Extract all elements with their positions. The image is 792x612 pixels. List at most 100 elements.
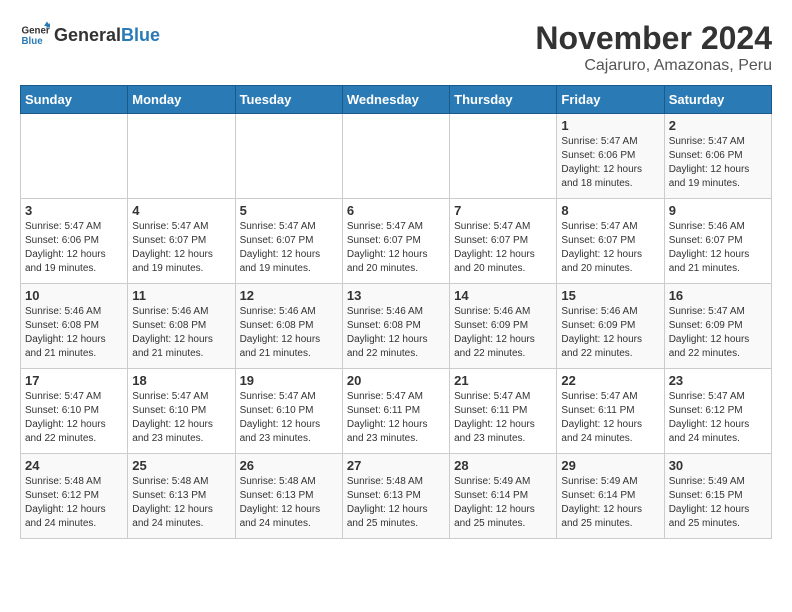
day-number: 13 — [347, 288, 445, 303]
day-cell: 8 Sunrise: 5:47 AM Sunset: 6:07 PM Daylig… — [557, 199, 664, 284]
day-info: Sunrise: 5:47 AM Sunset: 6:10 PM Dayligh… — [25, 390, 123, 446]
day-cell: 9Sunrise: 5:46 AM Sunset: 6:07 PM Daylig… — [664, 199, 771, 284]
day-info: Sunrise: 5:46 AM Sunset: 6:08 PM Dayligh… — [132, 305, 230, 361]
day-cell: 22 Sunrise: 5:47 AM Sunset: 6:11 PM Dayli… — [557, 369, 664, 454]
day-cell: 20 Sunrise: 5:47 AM Sunset: 6:11 PM Dayli… — [342, 369, 449, 454]
day-info: Sunrise: 5:47 AM Sunset: 6:11 PM Dayligh… — [561, 390, 659, 446]
week-row-1: 1Sunrise: 5:47 AM Sunset: 6:06 PM Daylig… — [21, 114, 772, 199]
day-info: Sunrise: 5:47 AM Sunset: 6:07 PM Dayligh… — [561, 220, 659, 276]
logo: General Blue General Blue — [20, 20, 160, 50]
day-cell: 27 Sunrise: 5:48 AM Sunset: 6:13 PM Dayli… — [342, 454, 449, 539]
day-cell: 30 Sunrise: 5:49 AM Sunset: 6:15 PM Dayli… — [664, 454, 771, 539]
day-number: 26 — [240, 458, 338, 473]
day-number: 5 — [240, 203, 338, 218]
day-info: Sunrise: 5:49 AM Sunset: 6:15 PM Dayligh… — [669, 475, 767, 531]
week-row-3: 10 Sunrise: 5:46 AM Sunset: 6:08 PM Dayli… — [21, 284, 772, 369]
day-number: 29 — [561, 458, 659, 473]
day-cell: 10 Sunrise: 5:46 AM Sunset: 6:08 PM Dayli… — [21, 284, 128, 369]
day-info: Sunrise: 5:48 AM Sunset: 6:13 PM Dayligh… — [347, 475, 445, 531]
header-cell-wednesday: Wednesday — [342, 86, 449, 114]
day-number: 23 — [669, 373, 767, 388]
day-number: 3 — [25, 203, 123, 218]
logo-general: General — [54, 25, 121, 46]
day-cell: 29Sunrise: 5:49 AM Sunset: 6:14 PM Dayli… — [557, 454, 664, 539]
day-number: 2 — [669, 118, 767, 133]
day-cell: 11 Sunrise: 5:46 AM Sunset: 6:08 PM Dayli… — [128, 284, 235, 369]
day-cell: 2 Sunrise: 5:47 AM Sunset: 6:06 PM Daylig… — [664, 114, 771, 199]
day-cell: 17 Sunrise: 5:47 AM Sunset: 6:10 PM Dayli… — [21, 369, 128, 454]
day-number: 7 — [454, 203, 552, 218]
day-number: 19 — [240, 373, 338, 388]
week-row-2: 3 Sunrise: 5:47 AM Sunset: 6:06 PM Daylig… — [21, 199, 772, 284]
day-info: Sunrise: 5:46 AM Sunset: 6:09 PM Dayligh… — [454, 305, 552, 361]
day-number: 20 — [347, 373, 445, 388]
header-row: SundayMondayTuesdayWednesdayThursdayFrid… — [21, 86, 772, 114]
day-cell: 5 Sunrise: 5:47 AM Sunset: 6:07 PM Daylig… — [235, 199, 342, 284]
day-info: Sunrise: 5:47 AM Sunset: 6:06 PM Dayligh… — [669, 135, 767, 191]
day-cell: 25 Sunrise: 5:48 AM Sunset: 6:13 PM Dayli… — [128, 454, 235, 539]
day-info: Sunrise: 5:47 AM Sunset: 6:07 PM Dayligh… — [240, 220, 338, 276]
day-cell: 4Sunrise: 5:47 AM Sunset: 6:07 PM Daylig… — [128, 199, 235, 284]
day-cell: 21Sunrise: 5:47 AM Sunset: 6:11 PM Dayli… — [450, 369, 557, 454]
day-number: 14 — [454, 288, 552, 303]
day-cell: 15 Sunrise: 5:46 AM Sunset: 6:09 PM Dayli… — [557, 284, 664, 369]
day-cell: 24 Sunrise: 5:48 AM Sunset: 6:12 PM Dayli… — [21, 454, 128, 539]
day-number: 6 — [347, 203, 445, 218]
day-number: 11 — [132, 288, 230, 303]
day-info: Sunrise: 5:46 AM Sunset: 6:08 PM Dayligh… — [25, 305, 123, 361]
day-number: 21 — [454, 373, 552, 388]
day-number: 18 — [132, 373, 230, 388]
day-info: Sunrise: 5:47 AM Sunset: 6:10 PM Dayligh… — [132, 390, 230, 446]
day-info: Sunrise: 5:46 AM Sunset: 6:09 PM Dayligh… — [561, 305, 659, 361]
day-cell: 18 Sunrise: 5:47 AM Sunset: 6:10 PM Dayli… — [128, 369, 235, 454]
header-cell-sunday: Sunday — [21, 86, 128, 114]
day-info: Sunrise: 5:47 AM Sunset: 6:06 PM Dayligh… — [561, 135, 659, 191]
day-cell: 28Sunrise: 5:49 AM Sunset: 6:14 PM Dayli… — [450, 454, 557, 539]
day-info: Sunrise: 5:46 AM Sunset: 6:08 PM Dayligh… — [347, 305, 445, 361]
day-number: 22 — [561, 373, 659, 388]
svg-text:General: General — [22, 26, 51, 37]
calendar-header: SundayMondayTuesdayWednesdayThursdayFrid… — [21, 86, 772, 114]
calendar-body: 1Sunrise: 5:47 AM Sunset: 6:06 PM Daylig… — [21, 114, 772, 539]
day-number: 24 — [25, 458, 123, 473]
day-info: Sunrise: 5:47 AM Sunset: 6:07 PM Dayligh… — [347, 220, 445, 276]
day-number: 25 — [132, 458, 230, 473]
day-cell — [450, 114, 557, 199]
day-info: Sunrise: 5:48 AM Sunset: 6:12 PM Dayligh… — [25, 475, 123, 531]
day-info: Sunrise: 5:48 AM Sunset: 6:13 PM Dayligh… — [132, 475, 230, 531]
day-cell: 13 Sunrise: 5:46 AM Sunset: 6:08 PM Dayli… — [342, 284, 449, 369]
day-cell: 1Sunrise: 5:47 AM Sunset: 6:06 PM Daylig… — [557, 114, 664, 199]
day-cell: 12Sunrise: 5:46 AM Sunset: 6:08 PM Dayli… — [235, 284, 342, 369]
day-number: 16 — [669, 288, 767, 303]
subtitle: Cajaruro, Amazonas, Peru — [535, 57, 772, 75]
day-info: Sunrise: 5:49 AM Sunset: 6:14 PM Dayligh… — [454, 475, 552, 531]
header-cell-tuesday: Tuesday — [235, 86, 342, 114]
header-cell-friday: Friday — [557, 86, 664, 114]
calendar-table: SundayMondayTuesdayWednesdayThursdayFrid… — [20, 85, 772, 539]
day-number: 10 — [25, 288, 123, 303]
day-number: 27 — [347, 458, 445, 473]
header-cell-saturday: Saturday — [664, 86, 771, 114]
day-info: Sunrise: 5:48 AM Sunset: 6:13 PM Dayligh… — [240, 475, 338, 531]
header-cell-monday: Monday — [128, 86, 235, 114]
day-number: 17 — [25, 373, 123, 388]
day-info: Sunrise: 5:47 AM Sunset: 6:11 PM Dayligh… — [347, 390, 445, 446]
header-cell-thursday: Thursday — [450, 86, 557, 114]
day-info: Sunrise: 5:46 AM Sunset: 6:07 PM Dayligh… — [669, 220, 767, 276]
main-title: November 2024 — [535, 20, 772, 57]
day-number: 12 — [240, 288, 338, 303]
svg-text:Blue: Blue — [22, 36, 44, 47]
day-cell — [342, 114, 449, 199]
day-cell: 7Sunrise: 5:47 AM Sunset: 6:07 PM Daylig… — [450, 199, 557, 284]
day-number: 30 — [669, 458, 767, 473]
day-cell: 3 Sunrise: 5:47 AM Sunset: 6:06 PM Daylig… — [21, 199, 128, 284]
day-number: 15 — [561, 288, 659, 303]
day-cell: 14 Sunrise: 5:46 AM Sunset: 6:09 PM Dayli… — [450, 284, 557, 369]
day-info: Sunrise: 5:47 AM Sunset: 6:09 PM Dayligh… — [669, 305, 767, 361]
day-cell: 19Sunrise: 5:47 AM Sunset: 6:10 PM Dayli… — [235, 369, 342, 454]
header: General Blue General Blue November 2024 … — [20, 20, 772, 75]
day-cell: 16 Sunrise: 5:47 AM Sunset: 6:09 PM Dayli… — [664, 284, 771, 369]
day-info: Sunrise: 5:47 AM Sunset: 6:06 PM Dayligh… — [25, 220, 123, 276]
day-number: 8 — [561, 203, 659, 218]
logo-icon: General Blue — [20, 20, 50, 50]
